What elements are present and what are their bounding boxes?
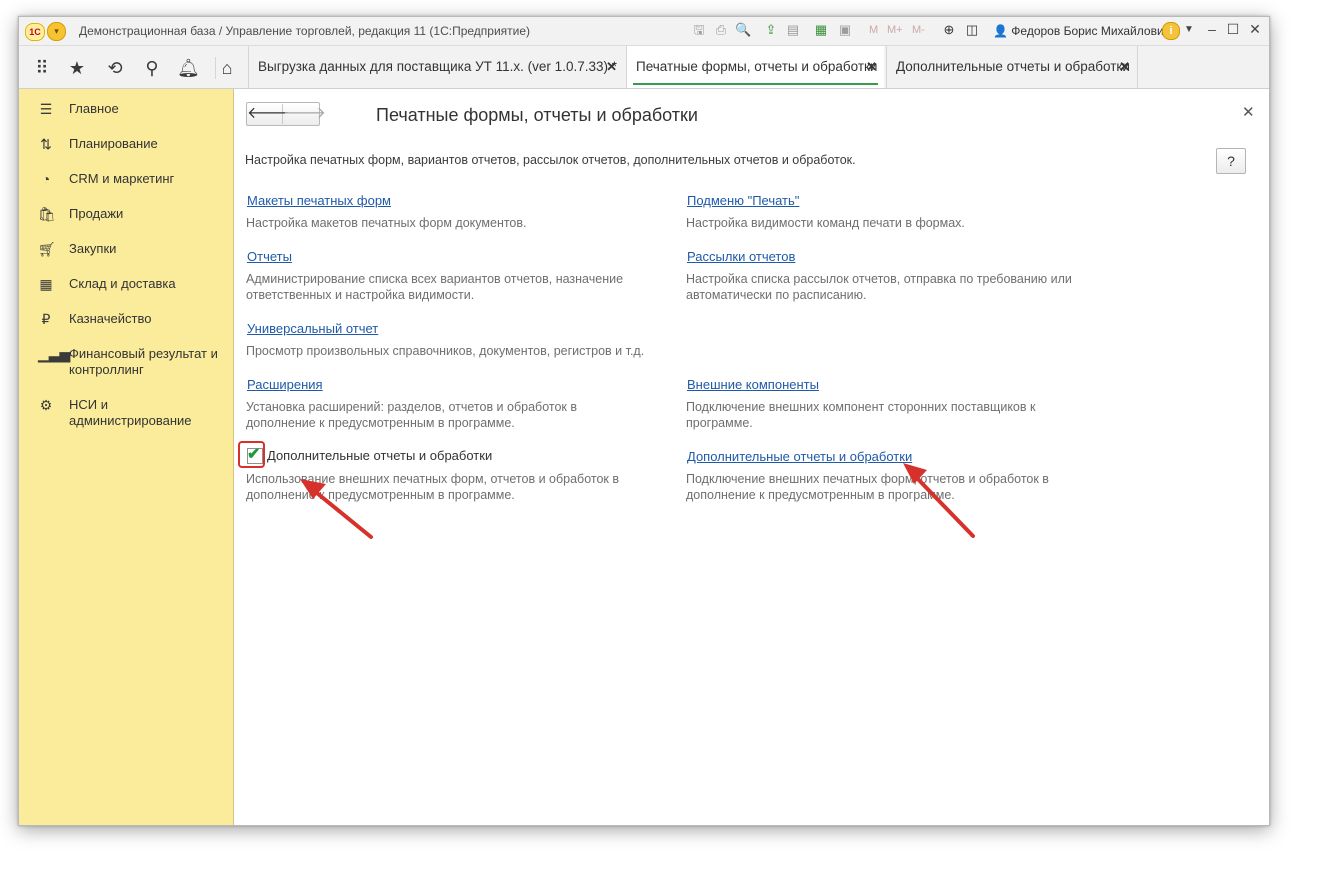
tab-label: Выгрузка данных для поставщика УТ 11.х. … <box>258 59 617 74</box>
sidebar-item-label: CRM и маркетинг <box>69 171 175 186</box>
panels-icon[interactable]: ◫ <box>964 22 980 38</box>
history-icon[interactable]: ⟲ <box>104 57 126 79</box>
close-tab-icon[interactable]: ✕ <box>606 46 617 88</box>
sidebar-item-label: Казначейство <box>69 311 152 326</box>
sidebar-item-label: Закупки <box>69 241 117 256</box>
calculator-icon[interactable]: ▦ <box>813 22 829 38</box>
sections-sidebar: ☰ Главное ⇅ Планирование ◔ CRM и маркети… <box>19 89 234 825</box>
checkbox-highlight-frame <box>238 441 265 468</box>
search-icon[interactable]: ⚲ <box>141 57 163 79</box>
home-icon[interactable]: ⌂ <box>215 57 238 79</box>
tab-additional-reports[interactable]: Дополнительные отчеты и обработки ✕ <box>886 46 1138 88</box>
main-content: 🡐 🡒 Печатные формы, отчеты и обработки ✕… <box>234 89 1269 825</box>
active-tab-indicator <box>633 83 878 85</box>
save-icon[interactable]: 🖫 <box>691 22 707 38</box>
navigation-buttons: 🡐 🡒 <box>246 102 326 126</box>
print-templates-description: Настройка макетов печатных форм документ… <box>246 216 527 230</box>
minimize-icon[interactable]: – <box>1204 21 1220 37</box>
close-form-icon[interactable]: ✕ <box>1242 103 1255 121</box>
user-name: Федоров Борис Михайлович <box>1011 24 1170 38</box>
page-title: Печатные формы, отчеты и обработки <box>376 105 698 125</box>
memory-plus-button[interactable]: M+ <box>887 24 903 36</box>
sidebar-item-label: Склад и доставка <box>69 276 176 291</box>
apps-grid-icon[interactable]: ⠿ <box>31 57 53 79</box>
additional-reports-checkbox-description: Использование внешних печатных форм, отч… <box>246 472 620 502</box>
app-logo-icon: 1С <box>25 23 45 41</box>
extensions-link[interactable]: Расширения <box>247 377 323 392</box>
cart-icon: 🛒︎ <box>38 241 56 257</box>
current-user[interactable]: 👤 Федоров Борис Михайлович <box>993 24 1170 38</box>
menu-lines-icon: ☰ <box>39 101 53 117</box>
forward-arrow-icon[interactable]: 🡒 <box>283 104 326 124</box>
help-button[interactable]: ? <box>1216 148 1246 174</box>
additional-reports-checkbox-label[interactable]: Дополнительные отчеты и обработки <box>267 448 492 463</box>
info-icon[interactable]: i <box>1162 22 1180 40</box>
back-arrow-icon[interactable]: 🡐 <box>247 104 290 124</box>
ruble-icon: ₽ <box>41 311 51 327</box>
sidebar-item-label: Планирование <box>69 136 158 151</box>
sidebar-item-label: Финансовый результат и контроллинг <box>69 346 218 377</box>
print-preview-icon[interactable]: 🔍 <box>735 22 751 38</box>
calendar-icon[interactable]: ▣ <box>837 22 853 38</box>
sidebar-item-label: Главное <box>69 101 119 116</box>
shopping-bag-icon: 🛍︎ <box>38 206 56 222</box>
tab-label: Дополнительные отчеты и обработки <box>896 59 1130 74</box>
bar-chart-icon: ▁▃▅ <box>38 346 71 362</box>
main-menu-button[interactable]: ▾ <box>47 22 66 41</box>
report-mailings-description: Настройка списка рассылок отчетов, отпра… <box>686 272 1072 302</box>
notifications-bell-icon[interactable]: 🔔︎ <box>177 57 200 79</box>
print-submenu-link[interactable]: Подменю "Печать" <box>687 193 799 208</box>
maximize-icon[interactable]: ☐ <box>1225 21 1241 38</box>
top-panel: ⠿ ★ ⟲ ⚲ 🔔︎ ⌂ Выгрузка данных для поставщ… <box>19 46 1269 89</box>
close-tab-icon[interactable]: ✕ <box>866 46 877 88</box>
pie-chart-icon: ◔ <box>41 171 51 187</box>
print-submenu-description: Настройка видимости команд печати в форм… <box>686 216 965 230</box>
memory-minus-button[interactable]: M- <box>912 24 925 36</box>
attach-icon[interactable]: ▤ <box>785 22 801 38</box>
additional-reports-link[interactable]: Дополнительные отчеты и обработки <box>687 449 912 464</box>
tab-label: Печатные формы, отчеты и обработки <box>636 59 878 74</box>
zoom-icon[interactable]: ⊕ <box>941 22 957 38</box>
universal-report-link[interactable]: Универсальный отчет <box>247 321 378 336</box>
report-mailings-link[interactable]: Рассылки отчетов <box>687 249 795 264</box>
sidebar-item-label: НСИ и администрирование <box>69 397 192 428</box>
extensions-description: Установка расширений: разделов, отчетов … <box>246 400 577 430</box>
planning-icon: ⇅ <box>40 136 52 152</box>
application-window: 1С ▾ Демонстрационная база / Управление … <box>18 16 1270 826</box>
title-bar: 1С ▾ Демонстрационная база / Управление … <box>19 17 1269 46</box>
external-components-description: Подключение внешних компонент сторонних … <box>686 400 1036 430</box>
close-window-icon[interactable]: ✕ <box>1247 21 1263 38</box>
user-icon: 👤 <box>993 24 1008 38</box>
window-title: Демонстрационная база / Управление торго… <box>79 24 531 38</box>
sidebar-item-label: Продажи <box>69 206 124 221</box>
print-icon[interactable]: ⎙ <box>713 22 729 38</box>
close-tab-icon[interactable]: ✕ <box>1119 46 1130 88</box>
memory-m-button[interactable]: M <box>869 24 878 36</box>
tab-print-forms[interactable]: Печатные формы, отчеты и обработки ✕ <box>626 46 884 88</box>
universal-report-description: Просмотр произвольных справочников, доку… <box>246 344 645 358</box>
page-description: Настройка печатных форм, вариантов отчет… <box>245 153 856 167</box>
tab-data-export[interactable]: Выгрузка данных для поставщика УТ 11.х. … <box>248 46 624 88</box>
reports-description: Администрирование списка всех вариантов … <box>246 272 624 302</box>
chevron-down-icon[interactable]: ▼ <box>1181 24 1197 35</box>
warehouse-icon: ▦ <box>39 276 53 292</box>
external-components-link[interactable]: Внешние компоненты <box>687 377 819 392</box>
gear-icon: ⚙ <box>39 397 53 413</box>
additional-reports-description: Подключение внешних печатных форм, отчет… <box>686 472 1049 502</box>
upload-icon[interactable]: ⇪ <box>763 22 779 38</box>
print-templates-link[interactable]: Макеты печатных форм <box>247 193 391 208</box>
reports-link[interactable]: Отчеты <box>247 249 292 264</box>
favorites-star-icon[interactable]: ★ <box>66 57 88 79</box>
